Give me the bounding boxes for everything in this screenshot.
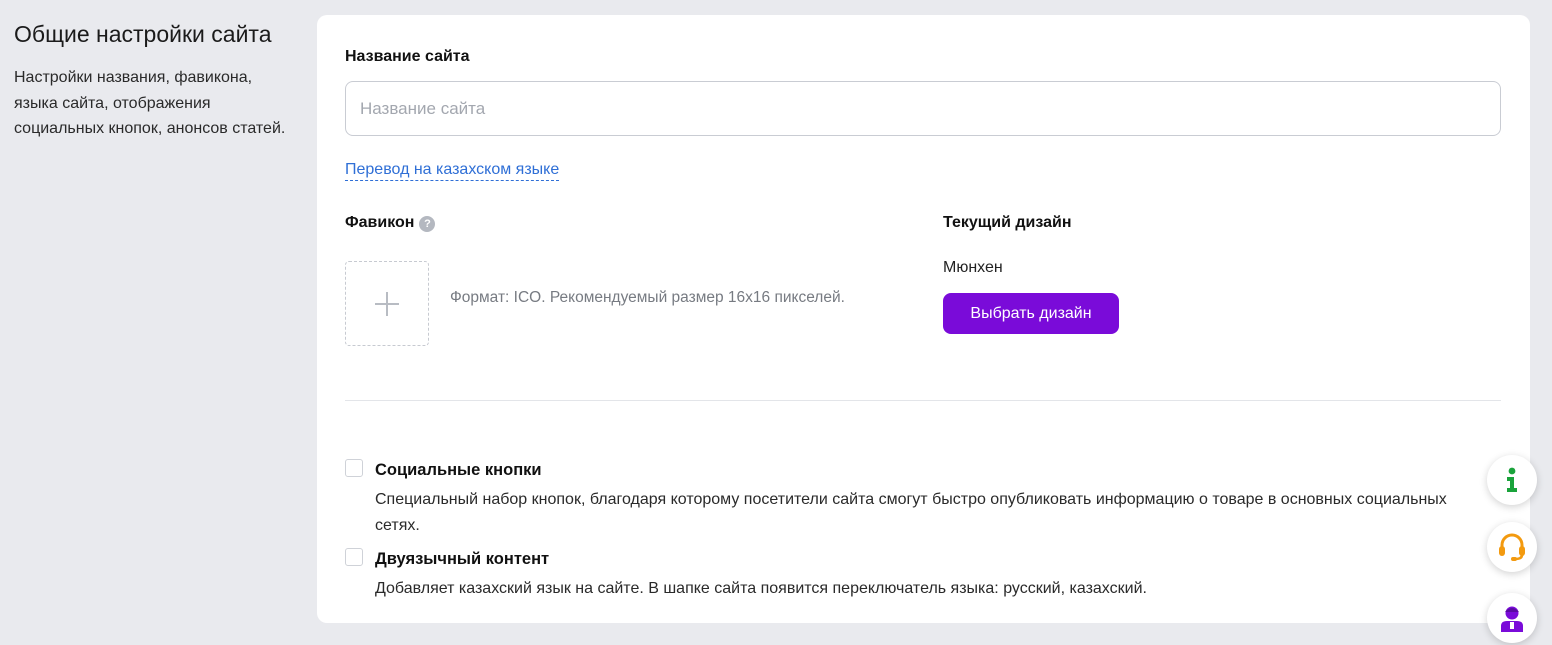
settings-card: Название сайта Перевод на казахском язык… bbox=[317, 15, 1530, 623]
favicon-hint: Формат: ICO. Рекомендуемый размер 16x16 … bbox=[450, 289, 845, 306]
support-button[interactable] bbox=[1487, 522, 1537, 572]
favicon-label: Фавикон bbox=[345, 214, 415, 231]
site-name-label: Название сайта bbox=[345, 48, 470, 65]
favicon-upload-box[interactable] bbox=[345, 261, 429, 346]
headset-icon bbox=[1499, 533, 1525, 561]
section-subtitle: Настройки названия, фавикона, языка сайт… bbox=[14, 69, 286, 137]
option-description: Добавляет казахский язык на сайте. В шап… bbox=[375, 580, 1147, 597]
plus-icon bbox=[375, 291, 399, 316]
kazakh-translation-link[interactable]: Перевод на казахском языке bbox=[345, 160, 560, 181]
option-description: Специальный набор кнопок, благодаря кото… bbox=[375, 491, 1447, 534]
settings-page: Общие настройки сайта Настройки названия… bbox=[0, 0, 1552, 645]
site-name-input[interactable] bbox=[345, 81, 1501, 136]
info-icon bbox=[1507, 467, 1517, 492]
favicon-label-row: Фавикон ? bbox=[345, 214, 436, 232]
option-title: Двуязычный контент bbox=[375, 550, 550, 568]
section-description: Общие настройки сайта Настройки названия… bbox=[14, 20, 304, 142]
info-button[interactable] bbox=[1487, 455, 1537, 505]
bilingual-content-checkbox[interactable] bbox=[345, 548, 363, 566]
current-design-label: Текущий дизайн bbox=[943, 214, 1072, 231]
social-buttons-checkbox[interactable] bbox=[345, 459, 363, 477]
divider bbox=[345, 400, 1501, 401]
option-title: Социальные кнопки bbox=[375, 461, 542, 479]
manager-icon bbox=[1501, 606, 1523, 632]
section-title: Общие настройки сайта bbox=[14, 21, 272, 47]
help-icon[interactable]: ? bbox=[419, 216, 436, 232]
manager-button[interactable] bbox=[1487, 593, 1537, 643]
current-design-name: Мюнхен bbox=[943, 259, 1003, 276]
choose-design-button[interactable]: Выбрать дизайн bbox=[943, 293, 1119, 334]
